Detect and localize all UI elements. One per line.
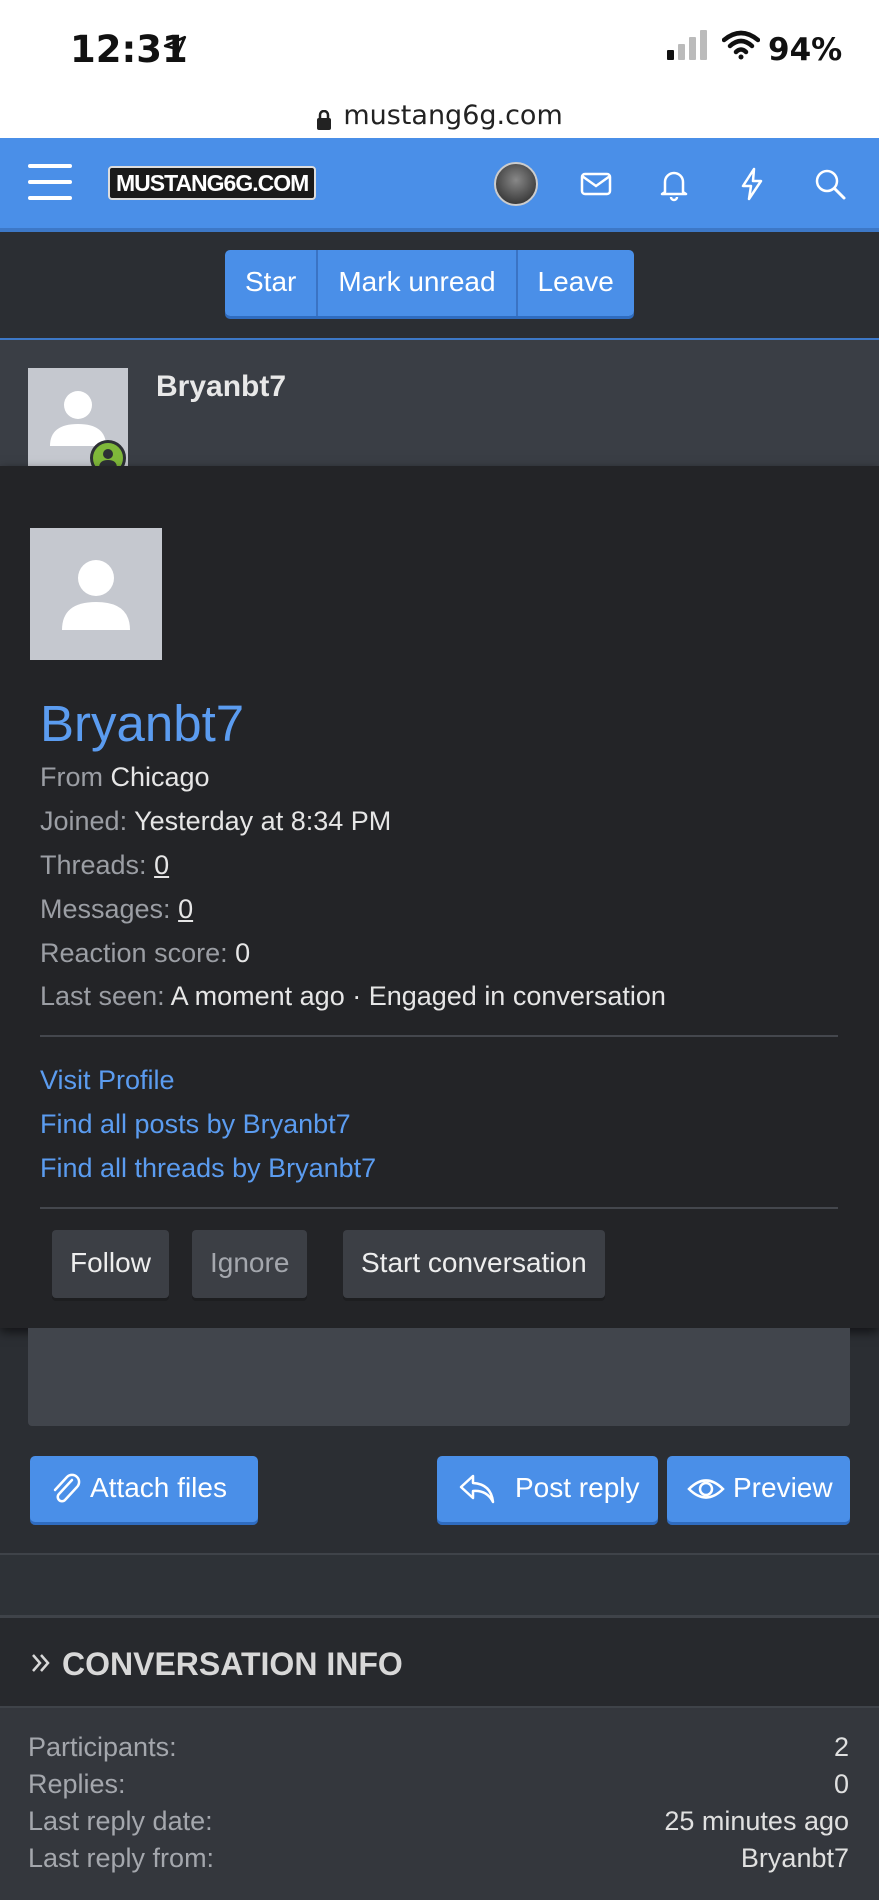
eye-icon [687,1479,725,1499]
conversation-actions: Star Mark unread Leave [225,250,634,316]
message-author[interactable]: Bryanbt7 [156,370,286,404]
lightning-icon[interactable] [734,166,770,202]
from-value: Chicago [110,762,210,792]
messages-label: Messages: [40,894,171,924]
battery-level: 94% [768,32,843,68]
reply-editor[interactable] [28,1328,850,1426]
last-seen-label: Last seen: [40,981,165,1011]
visit-profile-link[interactable]: Visit Profile [40,1065,175,1096]
participants-label: Participants: [28,1732,177,1762]
popup-divider [40,1207,838,1209]
browser-url: mustang6g.com [343,100,563,131]
post-reply-button[interactable]: Post reply [437,1456,658,1522]
preview-label: Preview [733,1472,833,1503]
joined-label: Joined: [40,806,128,836]
member-messages: Messages: 0 [40,894,193,925]
member-reaction-score: Reaction score: 0 [40,938,250,969]
member-name[interactable]: Bryanbt7 [40,694,244,753]
menu-icon[interactable] [28,164,72,200]
chevron-double-right-icon [32,1654,50,1672]
site-navbar: MUSTANG6G.COM [0,138,879,228]
location-arrow-icon [163,35,187,59]
paperclip-icon [53,1473,81,1503]
start-conversation-button[interactable]: Start conversation [343,1230,605,1298]
member-location: From Chicago [40,762,210,793]
status-bar: 12:31 94% [0,0,879,100]
messages-count-link[interactable]: 0 [178,894,193,924]
last-reply-date-label: Last reply date: [28,1806,213,1836]
threads-count-link[interactable]: 0 [154,850,169,880]
user-avatar[interactable] [494,162,538,206]
last-reply-from-value[interactable]: Bryanbt7 [741,1843,849,1874]
find-posts-link[interactable]: Find all posts by Bryanbt7 [40,1109,351,1140]
member-avatar[interactable] [30,528,162,660]
replies-label: Replies: [28,1769,126,1799]
last-reply-date-value: 25 minutes ago [664,1806,849,1836]
conversation-info-title: CONVERSATION INFO [62,1646,403,1682]
joined-value: Yesterday at 8:34 PM [134,806,392,836]
mail-icon[interactable] [578,166,614,202]
lock-icon [317,109,332,130]
participants-value: 2 [833,1732,849,1762]
member-joined: Joined: Yesterday at 8:34 PM [40,806,391,837]
reply-icon [459,1474,495,1504]
preview-button[interactable]: Preview [667,1456,850,1522]
last-seen-value: A moment ago · Engaged in conversation [170,981,666,1011]
attach-files-button[interactable]: Attach files [30,1456,258,1522]
bell-icon[interactable] [656,166,692,202]
wifi-icon [722,30,760,60]
message-header [0,340,879,470]
browser-url-bar[interactable]: mustang6g.com [0,100,879,138]
leave-button[interactable]: Leave [517,250,634,316]
last-reply-from-label: Last reply from: [28,1843,215,1873]
reaction-label: Reaction score: [40,938,228,968]
star-button[interactable]: Star [225,250,319,316]
user-placeholder-icon [62,560,130,630]
post-reply-label: Post reply [515,1472,640,1503]
from-label: From [40,762,103,792]
follow-button[interactable]: Follow [52,1230,169,1298]
replies-value: 0 [833,1769,849,1799]
site-logo[interactable]: MUSTANG6G.COM [108,166,317,200]
spacer [0,1555,879,1615]
attach-files-label: Attach files [90,1472,227,1503]
member-last-seen: Last seen: A moment ago · Engaged in con… [40,981,666,1012]
search-icon[interactable] [812,166,848,202]
member-threads: Threads: 0 [40,850,169,881]
signal-icon [667,30,707,60]
reaction-value: 0 [235,938,251,968]
threads-label: Threads: [40,850,147,880]
find-threads-link[interactable]: Find all threads by Bryanbt7 [40,1153,376,1184]
ignore-button[interactable]: Ignore [192,1230,308,1298]
mark-unread-button[interactable]: Mark unread [318,250,518,316]
popup-divider [40,1035,838,1037]
